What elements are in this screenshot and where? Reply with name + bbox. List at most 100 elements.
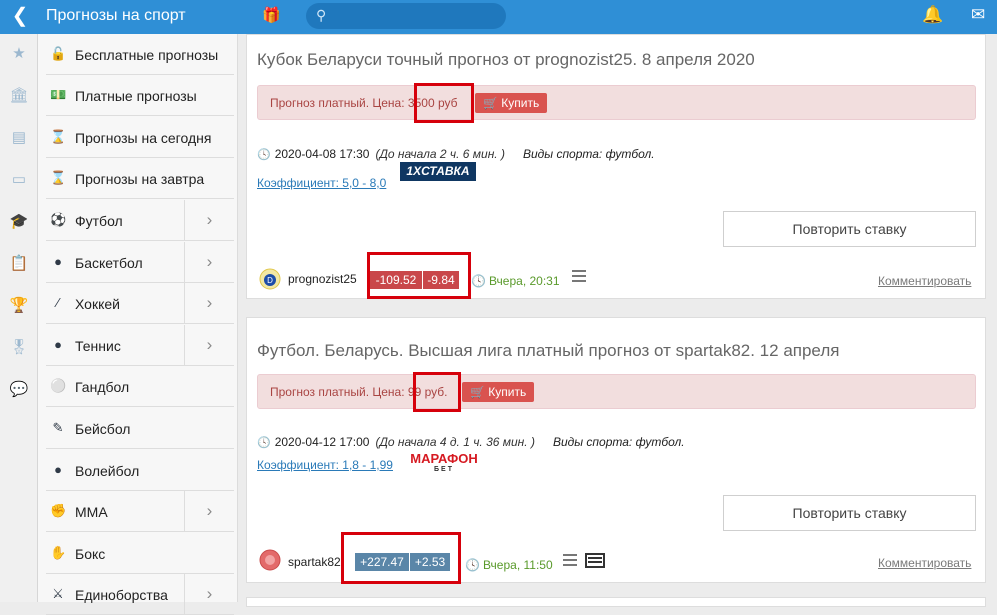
- buy-button[interactable]: 🛒 Купить: [462, 382, 535, 402]
- envelope-icon[interactable]: ✉: [971, 5, 985, 25]
- prediction-title[interactable]: Кубок Беларуси точный прогноз от prognoz…: [257, 50, 755, 70]
- martial-arts-icon: ⚔: [52, 586, 64, 601]
- price-prefix: Прогноз платный. Цена:: [270, 385, 405, 399]
- gift-icon[interactable]: 🎁: [262, 6, 281, 24]
- author-name[interactable]: prognozist25: [288, 272, 357, 286]
- clock-icon: 🕓: [471, 274, 486, 288]
- volleyball-icon: ●: [54, 462, 62, 477]
- menu-item-football[interactable]: ⚽ Футбол ›: [46, 200, 234, 241]
- clock-icon: 🕓: [257, 149, 271, 161]
- hourglass-icon: ⌛: [50, 129, 67, 144]
- post-time: 🕓 Вчера, 20:31: [471, 274, 560, 288]
- menu-item-label: Бейсбол: [75, 421, 131, 437]
- trophy-icon[interactable]: 🏆: [9, 296, 29, 316]
- chevron-right-icon[interactable]: ›: [184, 491, 234, 531]
- bank-icon[interactable]: 🏛: [9, 86, 29, 106]
- menu-item-label: Прогнозы на сегодня: [75, 130, 212, 146]
- monitor-icon[interactable]: ▭: [9, 170, 29, 190]
- search-box[interactable]: ⚲: [306, 3, 506, 29]
- avatar[interactable]: [259, 549, 281, 571]
- hockey-stick-icon: ∕: [56, 295, 60, 310]
- menu-lines-icon[interactable]: [572, 270, 586, 282]
- graduation-cap-icon[interactable]: 🎓: [9, 212, 29, 232]
- menu-lines-icon[interactable]: [563, 554, 577, 566]
- buy-button-label: Купить: [501, 96, 540, 110]
- price-highlight-box: [414, 83, 474, 123]
- prediction-card: Кубок Беларуси точный прогноз от prognoz…: [246, 34, 986, 299]
- chevron-right-icon[interactable]: ›: [184, 283, 234, 323]
- clipboard-icon[interactable]: 📋: [9, 254, 29, 274]
- menu-item-free-predictions[interactable]: 🔓 Бесплатные прогнозы: [46, 34, 234, 75]
- medal-icon[interactable]: 🎖: [9, 338, 29, 358]
- sport-type: Виды спорта: футбол.: [552, 435, 685, 449]
- price-highlight-box: [413, 372, 461, 412]
- coefficient-link[interactable]: Коэффициент: 1,8 - 1,99: [257, 458, 393, 472]
- menu-item-boxing[interactable]: ✋ Бокс: [46, 533, 234, 574]
- paid-alert: Прогноз платный. Цена: 99 руб.: [257, 374, 976, 409]
- page-title: Прогнозы на спорт: [46, 7, 186, 24]
- menu-item-label: Теннис: [75, 338, 121, 354]
- bookmaker-logo-1xstavka[interactable]: 1XСТАВКА: [400, 162, 476, 181]
- coefficient-link[interactable]: Коэффициент: 5,0 - 8,0: [257, 176, 386, 190]
- menu-item-martial-arts[interactable]: ⚔ Единоборства ›: [46, 574, 234, 615]
- menu-item-volleyball[interactable]: ● Волейбол: [46, 450, 234, 491]
- table-icon[interactable]: [585, 553, 605, 568]
- paid-alert: Прогноз платный. Цена: 3500 руб: [257, 85, 976, 120]
- chevron-right-icon[interactable]: ›: [184, 574, 234, 614]
- event-datetime: 2020-04-12 17:00: [274, 435, 370, 449]
- chevron-right-icon[interactable]: ›: [184, 200, 234, 240]
- menu-item-label: Платные прогнозы: [75, 88, 197, 104]
- chevron-right-icon[interactable]: ›: [184, 325, 234, 365]
- back-chevron-icon[interactable]: ❮: [10, 5, 30, 27]
- buy-button[interactable]: 🛒 Купить: [475, 93, 548, 113]
- menu-item-label: ММА: [75, 504, 108, 520]
- menu-item-paid-predictions[interactable]: 💵 Платные прогнозы: [46, 75, 234, 116]
- repeat-bet-button[interactable]: Повторить ставку: [723, 211, 976, 247]
- soccer-ball-icon: ⚽: [50, 212, 67, 227]
- post-time: 🕓 Вчера, 11:50: [465, 558, 553, 572]
- prediction-title[interactable]: Футбол. Беларусь. Высшая лига платный пр…: [257, 341, 839, 361]
- buy-button-label: Купить: [488, 385, 527, 399]
- stat-highlight-box: [367, 252, 471, 299]
- bell-icon[interactable]: 🔔 ▲: [922, 5, 943, 25]
- prediction-meta: 🕓 2020-04-08 17:30 (До начала 2 ч. 6 мин. …: [257, 147, 655, 161]
- menu-item-label: Хоккей: [75, 296, 120, 312]
- boxing-glove-icon: ✋: [50, 545, 67, 560]
- handball-icon: ⚪: [50, 378, 67, 393]
- menu-item-label: Прогнозы на завтра: [75, 171, 205, 187]
- menu-item-hockey[interactable]: ∕ Хоккей ›: [46, 283, 234, 324]
- clock-icon: 🕓: [465, 558, 480, 572]
- comment-link[interactable]: Комментировать: [878, 556, 971, 570]
- menu-item-handball[interactable]: ⚪ Гандбол: [46, 366, 234, 407]
- chat-icon[interactable]: 💬: [9, 380, 29, 400]
- search-icon: ⚲: [316, 7, 327, 23]
- next-prediction-card: [246, 597, 986, 607]
- search-input[interactable]: [336, 6, 496, 26]
- star-icon[interactable]: ★: [9, 44, 29, 64]
- countdown: (До начала 4 д. 1 ч. 36 мин. ): [375, 435, 535, 449]
- menu-item-baseball[interactable]: ✎ Бейсбол: [46, 408, 234, 449]
- newspaper-icon[interactable]: ▤: [9, 128, 29, 148]
- bookmaker-logo-marathonbet[interactable]: МАРАФОН БЕТ: [407, 452, 481, 476]
- author-name[interactable]: spartak82: [288, 555, 341, 569]
- clock-icon: 🕓: [257, 437, 271, 449]
- comment-link[interactable]: Комментировать: [878, 274, 971, 288]
- prediction-card: Футбол. Беларусь. Высшая лига платный пр…: [246, 317, 986, 584]
- stat-highlight-box: [341, 532, 461, 584]
- sports-menu: 🔓 Бесплатные прогнозы 💵 Платные прогнозы…: [38, 34, 238, 615]
- menu-item-label: Волейбол: [75, 463, 140, 479]
- menu-item-tomorrow[interactable]: ⌛ Прогнозы на завтра: [46, 158, 234, 199]
- avatar[interactable]: D: [259, 268, 281, 290]
- countdown: (До начала 2 ч. 6 мин. ): [375, 147, 505, 161]
- menu-item-basketball[interactable]: ● Баскетбол ›: [46, 242, 234, 283]
- menu-item-today[interactable]: ⌛ Прогнозы на сегодня: [46, 117, 234, 158]
- bookmaker-subname: БЕТ: [434, 466, 454, 473]
- prediction-meta: 🕓 2020-04-12 17:00 (До начала 4 д. 1 ч. 36…: [257, 435, 685, 449]
- baseball-bat-icon: ✎: [52, 420, 64, 435]
- repeat-bet-button[interactable]: Повторить ставку: [723, 495, 976, 531]
- menu-item-label: Бесплатные прогнозы: [75, 47, 219, 63]
- menu-item-mma[interactable]: ✊ ММА ›: [46, 491, 234, 532]
- chevron-right-icon[interactable]: ›: [184, 242, 234, 282]
- sport-type: Виды спорта: футбол.: [522, 147, 655, 161]
- menu-item-tennis[interactable]: ● Теннис ›: [46, 325, 234, 366]
